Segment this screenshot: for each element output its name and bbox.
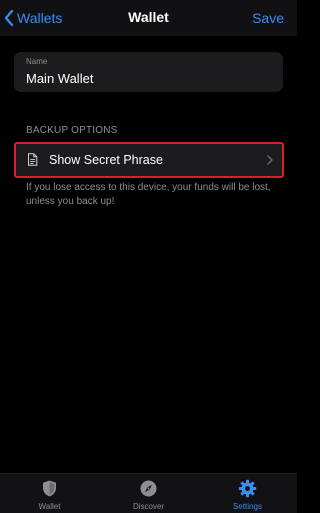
- tab-wallet-label: Wallet: [38, 502, 61, 511]
- wallet-name-field[interactable]: Name Main Wallet: [14, 52, 283, 92]
- tab-wallet[interactable]: Wallet: [0, 474, 99, 513]
- navigation-bar: Wallets Wallet Save: [0, 0, 297, 36]
- chevron-right-icon: [267, 155, 273, 165]
- tab-settings[interactable]: Settings: [198, 474, 297, 513]
- tab-bar: Wallet Discover Settings: [0, 473, 297, 513]
- name-field-value[interactable]: Main Wallet: [26, 71, 93, 86]
- shield-icon: [40, 479, 59, 498]
- backup-help-text: If you lose access to this device, your …: [26, 182, 271, 207]
- compass-icon: [139, 479, 158, 498]
- show-secret-phrase-label: Show Secret Phrase: [49, 153, 163, 167]
- tab-settings-label: Settings: [233, 502, 262, 511]
- gear-icon: [238, 479, 257, 498]
- show-secret-phrase-button[interactable]: Show Secret Phrase: [14, 142, 284, 178]
- tab-discover-label: Discover: [132, 502, 165, 511]
- tab-discover[interactable]: Discover: [99, 474, 198, 513]
- name-field-label: Name: [26, 57, 48, 66]
- document-icon: [27, 153, 38, 166]
- backup-options-header: BACKUP OPTIONS: [26, 125, 118, 136]
- save-button[interactable]: Save: [252, 10, 284, 26]
